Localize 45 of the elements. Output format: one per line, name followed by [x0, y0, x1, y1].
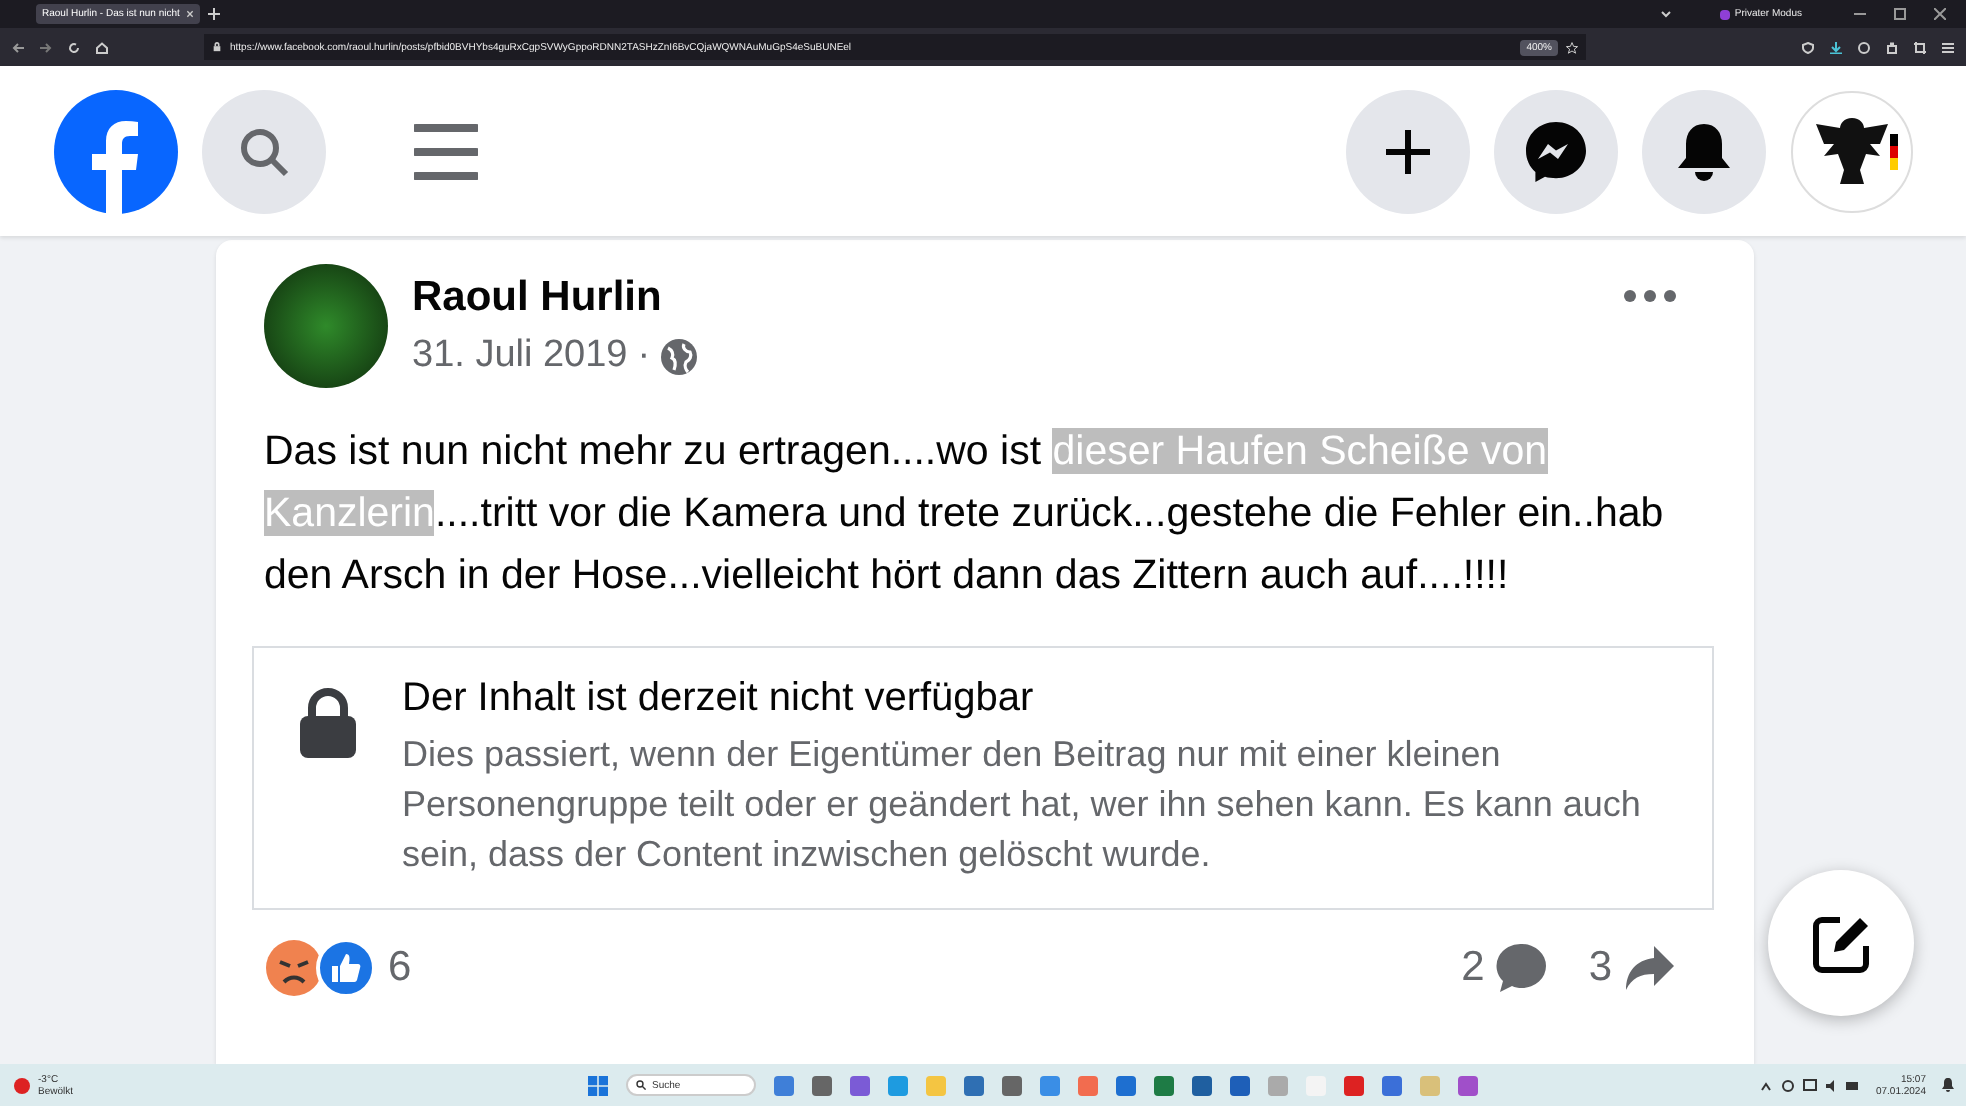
- lock-icon: [212, 42, 222, 52]
- forward-icon[interactable]: [40, 41, 52, 53]
- reload-icon[interactable]: [68, 41, 80, 53]
- share-count[interactable]: 3: [1588, 944, 1612, 992]
- facebook-logo-icon[interactable]: [54, 89, 178, 213]
- crop-icon[interactable]: [1914, 41, 1926, 53]
- menu-icon[interactable]: [414, 121, 478, 181]
- account-icon[interactable]: [1858, 41, 1870, 53]
- profile-avatar-icon[interactable]: [1790, 89, 1914, 213]
- separator: ·: [637, 334, 651, 378]
- notification-bell-icon[interactable]: [1942, 1078, 1954, 1092]
- share-arrow-icon: [1624, 944, 1676, 992]
- reaction-count[interactable]: 6: [388, 944, 412, 992]
- globe-icon: [660, 337, 699, 375]
- post-date[interactable]: 31. Juli 2019: [412, 334, 628, 378]
- unavailable-title: Der Inhalt ist derzeit nicht verfügbar: [402, 676, 1036, 722]
- like-reaction-icon[interactable]: [316, 938, 376, 998]
- unavailable-message: Dies passiert, wenn der Eigentümer den Beitrag nur mit einer kleinen Personengruppe teilt oder er geändert hat, wer ihn sehen kann. Es kann auch sein, dass der Content inzwischen gelöscht wurde.: [402, 732, 1643, 878]
- plus-icon[interactable]: [207, 8, 220, 20]
- tray-icons-drawing[interactable]: [1759, 1077, 1860, 1093]
- close-icon[interactable]: [1934, 8, 1946, 20]
- home-icon[interactable]: [96, 41, 108, 53]
- search-icon: [238, 125, 290, 177]
- search-icon: [636, 1080, 646, 1090]
- windows-logo-icon[interactable]: [588, 1075, 608, 1095]
- plus-icon: [1384, 127, 1432, 175]
- speech-bubble-icon: [1496, 942, 1549, 994]
- angry-reaction-icon[interactable]: [264, 938, 324, 998]
- shield-icon[interactable]: [1802, 41, 1814, 53]
- download-icon[interactable]: [1830, 41, 1842, 53]
- compose-button[interactable]: [1768, 870, 1914, 1016]
- more-options-icon[interactable]: [1624, 290, 1676, 302]
- bell-icon: [1676, 121, 1732, 181]
- chevron-icon[interactable]: [1660, 8, 1673, 20]
- maximize-icon[interactable]: [1894, 8, 1906, 20]
- lock-icon: [298, 688, 358, 758]
- messenger-icon: [1524, 119, 1588, 183]
- extensions-icon[interactable]: [1886, 41, 1898, 53]
- edit-icon: [1809, 911, 1873, 975]
- comment-count[interactable]: 2: [1461, 944, 1485, 992]
- author-name[interactable]: Raoul Hurlin: [412, 274, 699, 322]
- minimize-icon[interactable]: [1854, 8, 1866, 20]
- star-icon[interactable]: [1566, 41, 1578, 53]
- close-icon[interactable]: [185, 10, 194, 18]
- back-icon[interactable]: [12, 41, 24, 53]
